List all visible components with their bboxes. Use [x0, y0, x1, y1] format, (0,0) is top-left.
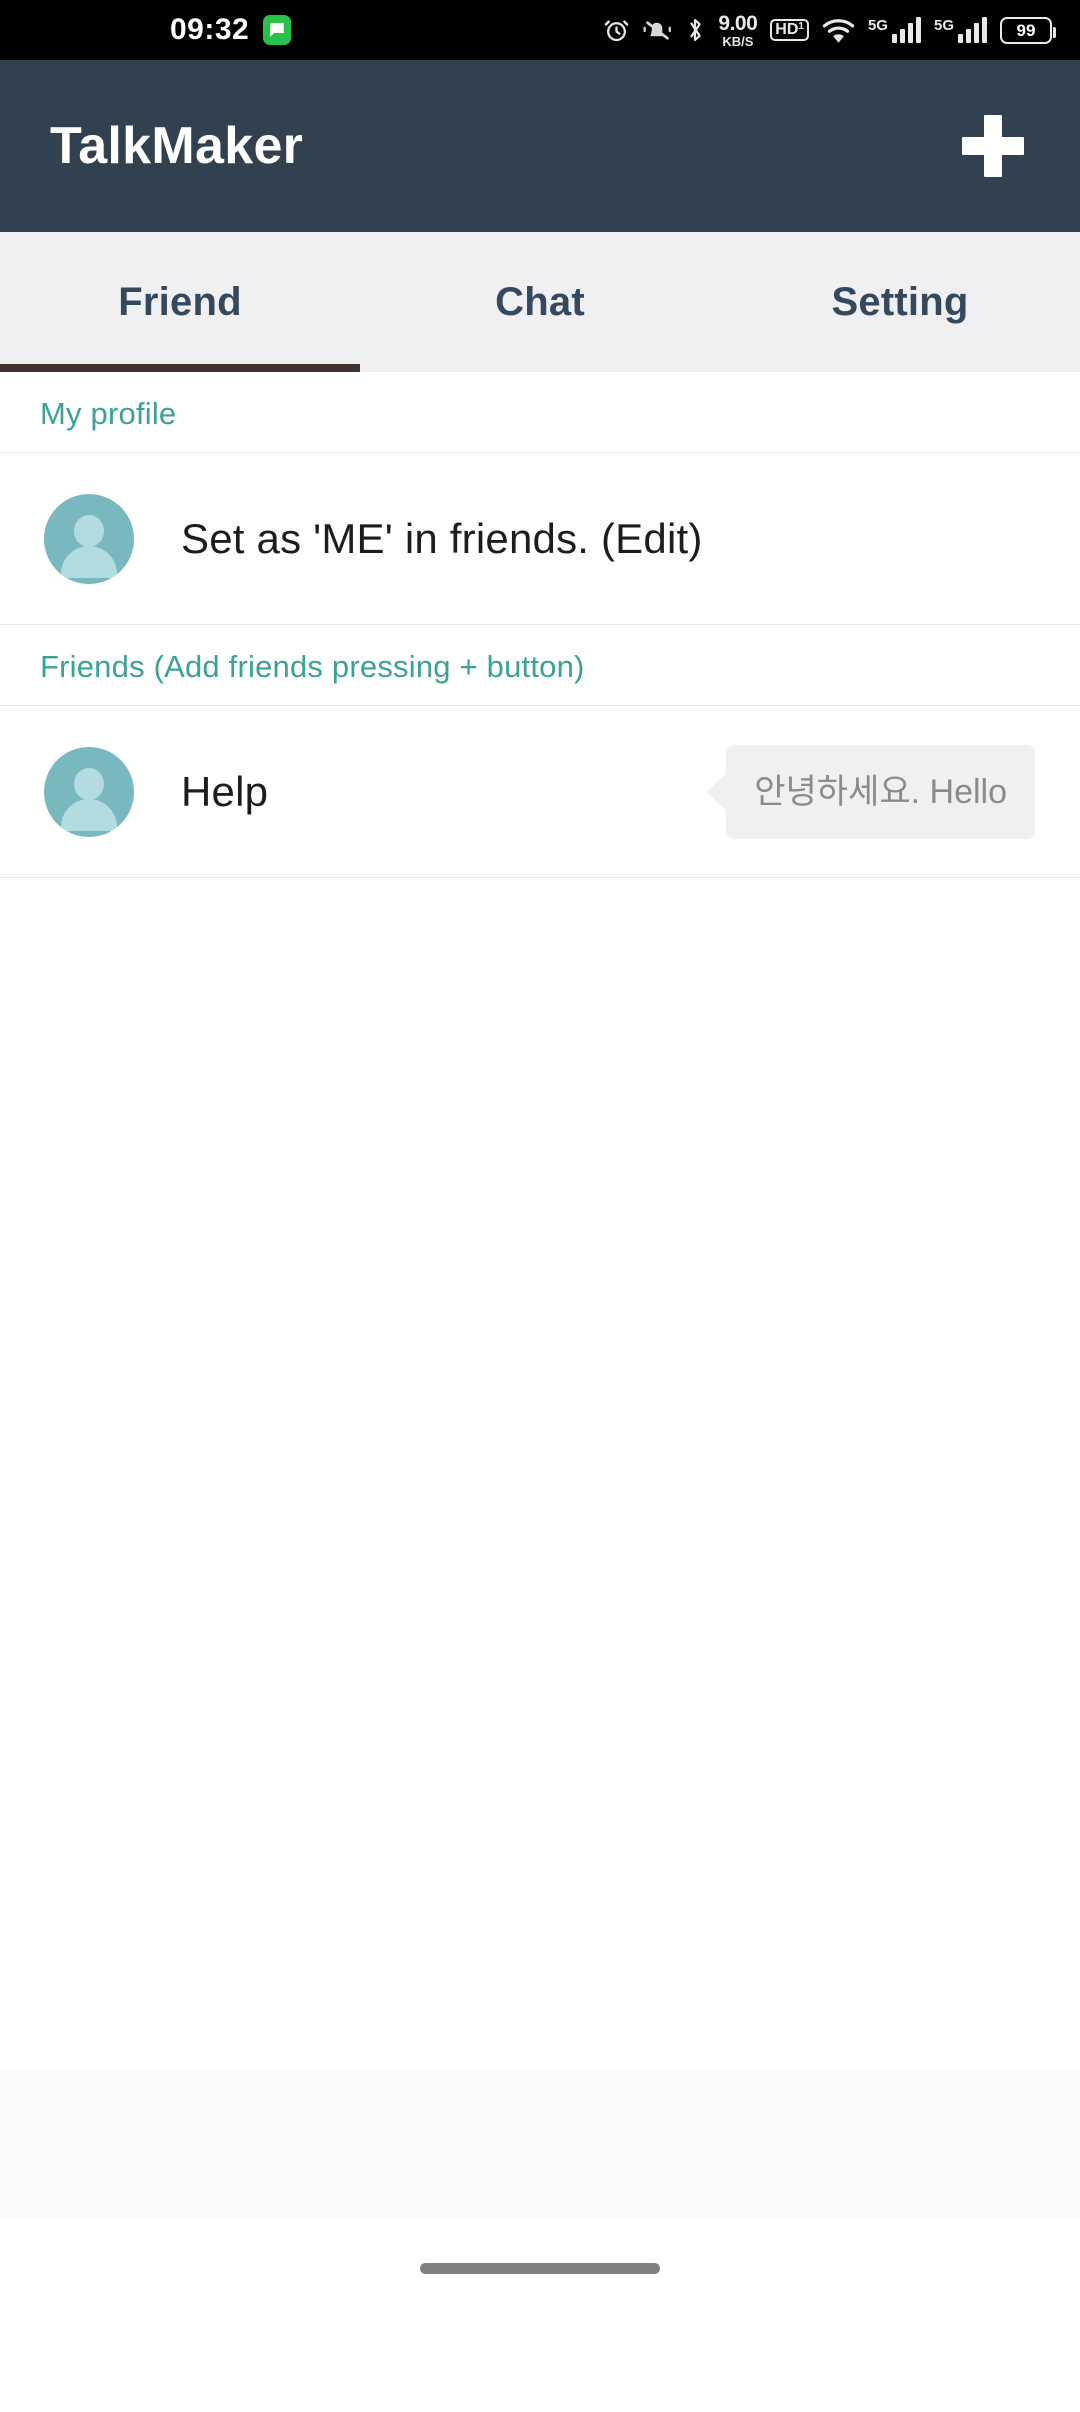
avatar-head — [74, 514, 104, 547]
avatar-head — [74, 767, 104, 800]
status-bar-right: 9.00 KB/S HD 1 5G 5G 99 — [603, 0, 1056, 60]
sim1-network-label: 5G — [867, 17, 888, 34]
network-speed-unit: KB/S — [722, 33, 754, 49]
tab-chat[interactable]: Chat — [360, 232, 720, 372]
tab-setting[interactable]: Setting — [720, 232, 1080, 372]
home-indicator[interactable] — [420, 2262, 660, 2274]
empty-list-area — [0, 878, 1080, 2070]
battery-percent: 99 — [1016, 20, 1036, 40]
sim2-signal-indicator: 5G — [934, 17, 987, 43]
tab-setting-label: Setting — [831, 279, 969, 324]
status-clock: 09:32 — [170, 13, 250, 46]
hd-voice-icon: HD 1 — [770, 19, 809, 41]
person-avatar-icon — [44, 746, 134, 837]
sim2-network-label: 5G — [933, 17, 954, 34]
app-title: TalkMaker — [50, 117, 304, 175]
friend-status-message: 안녕하세요. Hello — [726, 744, 1035, 839]
list-item-help[interactable]: Help 안녕하세요. Hello — [0, 706, 1080, 878]
network-speed-indicator: 9.00 KB/S — [718, 13, 757, 48]
network-speed-value: 9.00 — [718, 11, 758, 35]
list-item-my-profile[interactable]: Set as 'ME' in friends. (Edit) — [0, 453, 1080, 625]
app-screen: 09:32 9.00 KB/S HD 1 5G 5G 99 TalkMaker … — [0, 0, 1080, 2412]
status-bar-left: 09:32 — [170, 0, 292, 60]
friend-name: Help — [181, 767, 269, 815]
bluetooth-icon — [685, 16, 705, 44]
section-header-friends: Friends (Add friends pressing + button) — [0, 625, 1080, 706]
add-friend-button[interactable] — [954, 107, 1032, 185]
avatar-body — [61, 545, 117, 578]
chat-bubble-icon — [263, 15, 292, 45]
tab-bar: Friend Chat Setting — [0, 232, 1080, 372]
system-navigation-bar — [0, 2218, 1080, 2318]
bottom-band — [0, 2070, 1080, 2218]
wifi-icon — [822, 17, 855, 44]
alarm-clock-icon — [603, 17, 630, 44]
person-avatar-icon — [44, 493, 134, 584]
friend-status-bubble-wrap: 안녕하세요. Hello — [726, 744, 1080, 839]
battery-indicator: 99 — [1000, 16, 1056, 44]
sim1-signal-bars — [891, 17, 921, 43]
sim1-signal-indicator: 5G — [868, 17, 921, 43]
hd-label: HD — [775, 21, 799, 38]
tab-chat-label: Chat — [495, 279, 585, 324]
avatar-body — [61, 798, 117, 831]
my-profile-name: Set as 'ME' in friends. (Edit) — [181, 514, 703, 562]
hd-sup: 1 — [798, 21, 804, 32]
tab-friend-label: Friend — [118, 279, 242, 324]
status-bar: 09:32 9.00 KB/S HD 1 5G 5G 99 — [0, 0, 1080, 60]
sim2-signal-bars — [958, 17, 987, 43]
friend-list: My profile Set as 'ME' in friends. (Edit… — [0, 372, 1080, 878]
bell-muted-icon — [643, 17, 672, 44]
section-header-my-profile: My profile — [0, 372, 1080, 453]
app-bar: TalkMaker — [0, 60, 1080, 232]
tab-friend[interactable]: Friend — [0, 232, 360, 372]
